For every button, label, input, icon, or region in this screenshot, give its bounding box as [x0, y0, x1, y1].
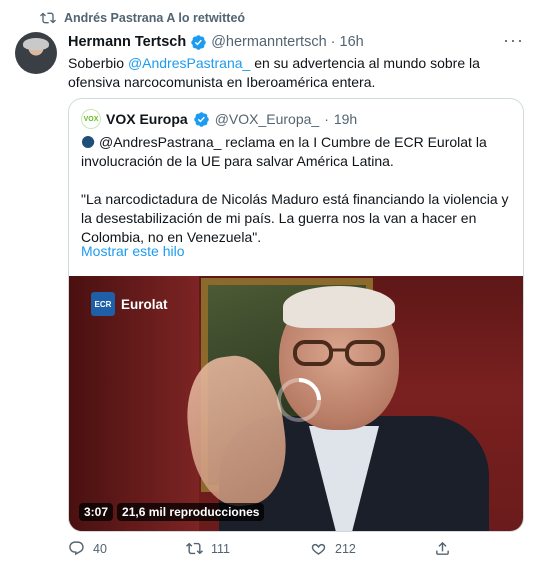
retweet-icon: [40, 12, 56, 24]
video-player[interactable]: ECR Eurolat 3:07 21,6 mil reproducciones: [69, 276, 523, 531]
retweet-button[interactable]: 111: [186, 540, 230, 557]
separator-dot: ·: [330, 34, 336, 50]
verified-badge-icon: [193, 111, 209, 127]
quoted-tweet[interactable]: VOX VOX Europa @VOX_Europa_ · 19h @Andre…: [68, 98, 524, 532]
reply-icon: [69, 541, 84, 556]
quoted-author-name[interactable]: VOX Europa: [106, 111, 188, 127]
separator-dot: ·: [324, 111, 329, 127]
quoted-author-avatar[interactable]: VOX: [81, 109, 101, 129]
mention-link[interactable]: @AndresPastrana_: [128, 55, 250, 71]
quoted-text-line1: @AndresPastrana_ reclama en la I Cumbre …: [81, 134, 487, 169]
tweet-time[interactable]: 16h: [340, 34, 364, 50]
reply-button[interactable]: 40: [68, 540, 107, 557]
eurolat-label: Eurolat: [121, 296, 168, 312]
quoted-tweet-header: VOX VOX Europa @VOX_Europa_ · 19h: [81, 109, 357, 129]
heart-icon: [311, 543, 326, 555]
like-button[interactable]: 212: [310, 540, 356, 557]
share-icon: [436, 541, 449, 555]
author-avatar[interactable]: [15, 32, 57, 74]
loading-spinner-icon: [277, 378, 321, 422]
retweet-context: Andrés Pastrana A lo retwitteó: [40, 9, 245, 27]
eurolat-logo: ECR Eurolat: [91, 292, 168, 316]
reply-count: 40: [93, 541, 107, 556]
retweet-count: 111: [211, 541, 231, 556]
tweet-text-start: Soberbio: [68, 55, 128, 71]
quoted-tweet-text: @AndresPastrana_ reclama en la I Cumbre …: [81, 133, 513, 247]
quoted-author-handle[interactable]: @VOX_Europa_: [215, 111, 320, 127]
like-count: 212: [335, 541, 356, 556]
more-options-icon[interactable]: ···: [503, 30, 524, 51]
tweet-text: Soberbio @AndresPastrana_ en su adverten…: [68, 54, 518, 92]
show-thread-link[interactable]: Mostrar este hilo: [81, 243, 184, 259]
retweet-text[interactable]: Andrés Pastrana A lo retwitteó: [64, 11, 245, 25]
verified-badge-icon: [191, 34, 206, 50]
glasses-image: [293, 340, 385, 366]
quoted-tweet-time[interactable]: 19h: [334, 111, 357, 127]
speaker-hair: [283, 286, 395, 328]
author-name[interactable]: Hermann Tertsch: [68, 34, 186, 50]
video-views: 21,6 mil reproducciones: [117, 503, 265, 521]
video-badges: 3:07 21,6 mil reproducciones: [79, 503, 265, 521]
author-handle[interactable]: @hermanntertsch: [211, 34, 326, 50]
tweet-header: Hermann Tertsch @hermanntertsch · 16h: [68, 32, 518, 52]
retweet-icon: [186, 542, 203, 555]
speaking-head-icon: [82, 136, 95, 148]
share-button[interactable]: [434, 540, 451, 557]
quoted-text-line2: "La narcodictadura de Nicolás Maduro est…: [81, 191, 509, 245]
ecr-logo-icon: ECR: [91, 292, 115, 316]
tweet-actions: 40 111 212: [68, 540, 468, 562]
video-duration: 3:07: [79, 503, 114, 521]
